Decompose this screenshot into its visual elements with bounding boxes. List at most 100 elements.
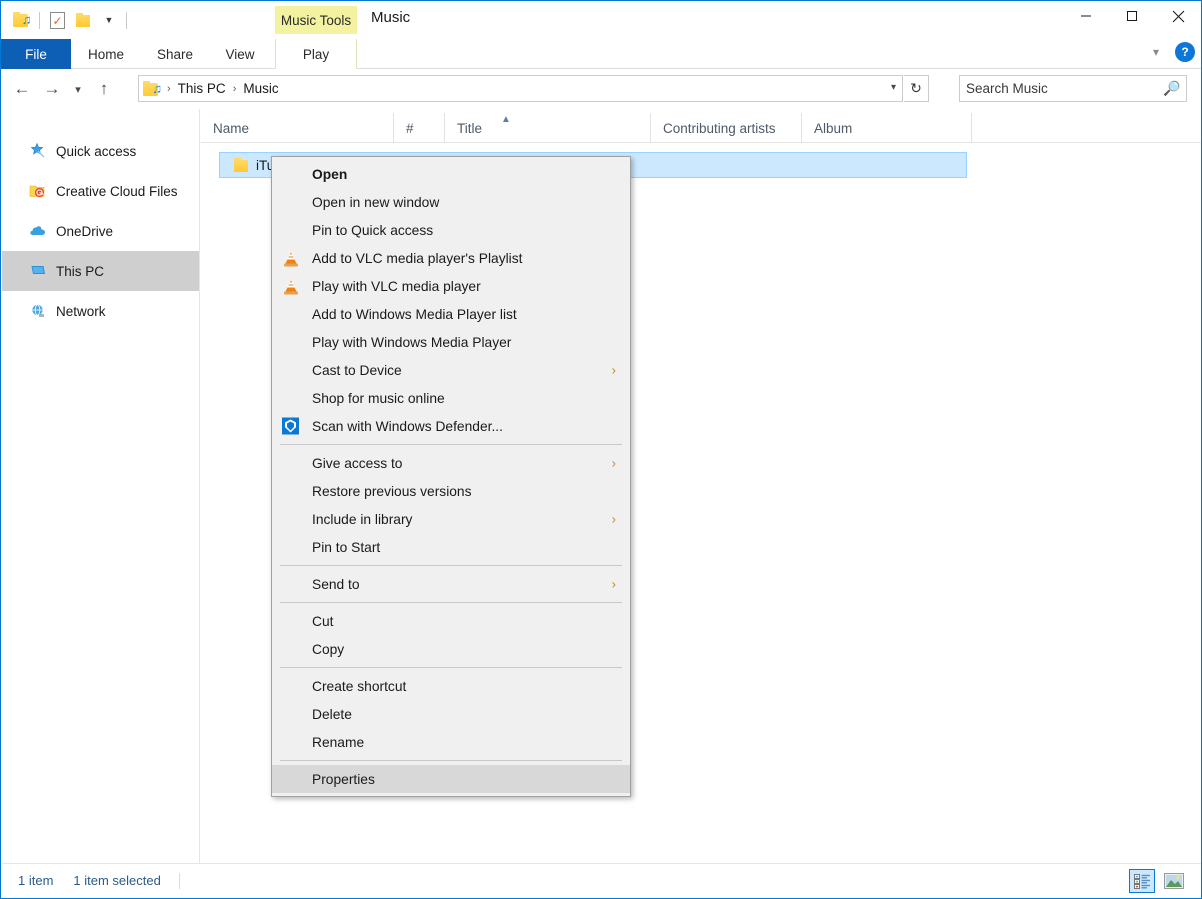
file-explorer-window: ♫ ✓ ▼ Music Tools Music File Home Share … <box>0 0 1202 899</box>
menu-item-play-with-vlc[interactable]: Play with VLC media player <box>272 272 630 300</box>
menu-item-rename[interactable]: Rename <box>272 728 630 756</box>
column-headers: Name ▲ # Title Contributing artists Albu… <box>201 113 1201 143</box>
column-header-contributing-artists[interactable]: Contributing artists <box>651 113 802 143</box>
menu-separator <box>280 565 622 566</box>
column-header-title[interactable]: Title <box>445 113 651 143</box>
menu-item-properties[interactable]: Properties <box>272 765 630 793</box>
details-view-button[interactable] <box>1129 869 1155 893</box>
status-bar: 1 item 1 item selected <box>2 863 1201 897</box>
close-button[interactable] <box>1155 1 1201 31</box>
back-button[interactable]: ← <box>7 74 37 104</box>
sidebar-item-label: Quick access <box>56 143 137 159</box>
minimize-button[interactable] <box>1063 1 1109 31</box>
column-header-number[interactable]: # <box>394 113 445 143</box>
breadcrumb-item-music[interactable]: Music <box>241 81 280 96</box>
tab-home[interactable]: Home <box>71 39 141 69</box>
sidebar-item-label: This PC <box>56 263 105 279</box>
menu-item-open-in-new-window[interactable]: Open in new window <box>272 188 630 216</box>
chevron-right-icon: › <box>611 576 616 592</box>
window-title: Music <box>371 9 411 26</box>
menu-item-cut[interactable]: Cut <box>272 607 630 635</box>
sidebar-item-creative-cloud-files[interactable]: Creative Cloud Files <box>2 171 199 211</box>
chevron-right-icon: › <box>611 362 616 378</box>
sidebar-item-this-pc[interactable]: This PC <box>2 251 199 291</box>
computer-icon <box>28 262 47 281</box>
music-folder-icon[interactable]: ♫ <box>9 7 35 33</box>
menu-item-shop-for-music-online[interactable]: Shop for music online <box>272 384 630 412</box>
sidebar-item-label: OneDrive <box>56 223 114 239</box>
chevron-down-icon[interactable]: ▾ <box>1145 45 1167 59</box>
tab-play[interactable]: Play <box>275 39 357 69</box>
properties-icon[interactable]: ✓ <box>44 7 70 33</box>
chevron-right-icon: › <box>611 455 616 471</box>
menu-item-open[interactable]: Open <box>272 160 630 188</box>
search-icon[interactable]: 🔍 <box>1163 80 1180 97</box>
contextual-tab-group-label: Music Tools <box>275 6 357 34</box>
status-divider <box>178 872 180 889</box>
menu-item-restore-previous-versions[interactable]: Restore previous versions <box>272 477 630 505</box>
breadcrumb[interactable]: ♫ › This PC › Music ▾ <box>138 75 903 102</box>
toolbar-divider <box>39 11 40 29</box>
sidebar-item-onedrive[interactable]: OneDrive <box>2 211 199 251</box>
star-pin-icon <box>28 142 47 161</box>
sidebar-item-label: Creative Cloud Files <box>56 183 178 199</box>
large-icons-view-button[interactable] <box>1161 869 1187 893</box>
menu-separator <box>280 667 622 668</box>
folder-icon <box>234 158 248 172</box>
selection-status: 1 item selected <box>73 873 161 888</box>
windows-defender-icon <box>281 417 300 436</box>
sidebar-item-label: Network <box>56 303 106 319</box>
vlc-cone-icon <box>281 249 300 268</box>
menu-item-cast-to-device[interactable]: Cast to Device › <box>272 356 630 384</box>
breadcrumb-separator-2: › <box>232 82 237 95</box>
menu-item-copy[interactable]: Copy <box>272 635 630 663</box>
search-box[interactable]: 🔍 <box>959 75 1187 102</box>
refresh-button[interactable]: ↻ <box>904 75 929 102</box>
view-mode-buttons <box>1129 869 1187 893</box>
tab-view[interactable]: View <box>209 39 271 69</box>
customize-quick-access-chevron-icon[interactable]: ▼ <box>96 7 122 33</box>
network-icon <box>28 302 47 321</box>
menu-item-create-shortcut[interactable]: Create shortcut <box>272 672 630 700</box>
breadcrumb-item-this-pc[interactable]: This PC <box>176 81 228 96</box>
menu-item-scan-with-windows-defender[interactable]: Scan with Windows Defender... <box>272 412 630 440</box>
recent-locations-chevron-icon[interactable]: ▾ <box>67 74 89 104</box>
toolbar-divider-2 <box>126 11 127 29</box>
quick-access-toolbar: ♫ ✓ ▼ <box>9 7 131 33</box>
item-count: 1 item <box>18 873 54 888</box>
up-button[interactable]: ↑ <box>89 74 119 104</box>
menu-item-send-to[interactable]: Send to › <box>272 570 630 598</box>
ribbon-tab-bar: File Home Share View Play ▾ ? <box>1 39 1201 69</box>
menu-item-add-to-wmp-list[interactable]: Add to Windows Media Player list <box>272 300 630 328</box>
breadcrumb-dropdown-icon[interactable]: ▾ <box>891 82 896 93</box>
chevron-right-icon: › <box>611 511 616 527</box>
menu-item-delete[interactable]: Delete <box>272 700 630 728</box>
column-header-album[interactable]: Album <box>802 113 972 143</box>
menu-item-give-access-to[interactable]: Give access to › <box>272 449 630 477</box>
menu-item-pin-to-start[interactable]: Pin to Start <box>272 533 630 561</box>
menu-item-pin-to-quick-access[interactable]: Pin to Quick access <box>272 216 630 244</box>
sidebar-item-network[interactable]: Network <box>2 291 199 331</box>
tab-file[interactable]: File <box>1 39 71 69</box>
ribbon-right-controls: ▾ ? <box>1145 42 1195 62</box>
window-controls <box>1063 1 1201 31</box>
forward-button[interactable]: → <box>37 74 67 104</box>
menu-separator <box>280 602 622 603</box>
cloud-icon <box>28 222 47 241</box>
search-input[interactable] <box>966 81 1163 96</box>
menu-item-include-in-library[interactable]: Include in library › <box>272 505 630 533</box>
maximize-button[interactable] <box>1109 1 1155 31</box>
menu-item-add-to-vlc-playlist[interactable]: Add to VLC media player's Playlist <box>272 244 630 272</box>
new-folder-icon[interactable] <box>70 7 96 33</box>
help-icon[interactable]: ? <box>1175 42 1195 62</box>
context-menu: Open Open in new window Pin to Quick acc… <box>271 156 631 797</box>
sidebar-item-quick-access[interactable]: Quick access <box>2 131 199 171</box>
tab-share[interactable]: Share <box>141 39 209 69</box>
breadcrumb-separator-1: › <box>167 82 171 95</box>
navigation-pane: Quick access Creative Cloud Files OneDri… <box>2 109 200 864</box>
creative-cloud-icon <box>28 182 47 201</box>
menu-separator <box>280 444 622 445</box>
column-header-name[interactable]: Name <box>201 113 394 143</box>
menu-item-play-with-wmp[interactable]: Play with Windows Media Player <box>272 328 630 356</box>
breadcrumb-music-folder-icon: ♫ <box>143 79 162 98</box>
